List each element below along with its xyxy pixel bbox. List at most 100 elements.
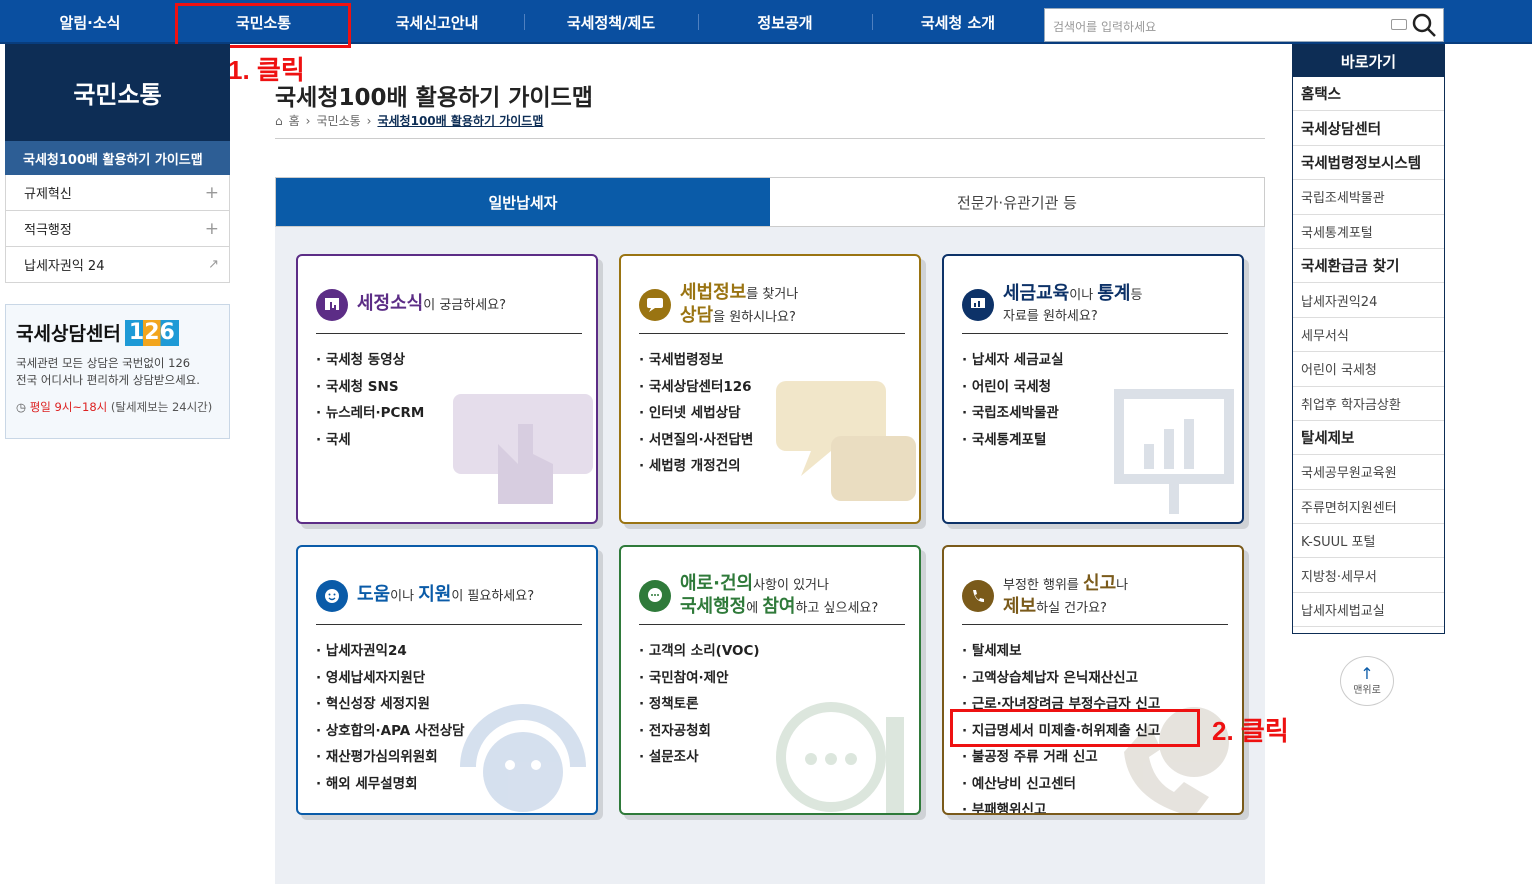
card-heading-rest: 나 [1116,577,1129,593]
tab-general-taxpayer[interactable]: 일반납세자 [276,178,770,226]
keyboard-icon[interactable] [1391,19,1407,30]
list-item[interactable]: 예산낭비 신고센터 [962,772,1160,799]
clock-icon: ◷ [16,400,27,414]
card-heading: 세정소식 [357,293,424,314]
list-item[interactable]: 영세납세자지원단 [316,666,465,693]
card-heading-bold: 통계 [1097,282,1131,304]
nav-communication[interactable]: 국민소통 [177,0,350,44]
top-navigation: 알림·소식 국민소통 국세신고안내 국세정책/제도 정보공개 국세청 소개 검색… [0,0,1532,44]
card-list: 납세자 세금교실 어린이 국세청 국립조세박물관 국세통계포털 [962,348,1064,455]
card-heading-rest: 이 필요하세요? [451,589,535,604]
list-item[interactable]: 국세청 SNS [316,375,424,402]
touch-icon [316,288,348,321]
nav-about[interactable]: 국세청 소개 [872,0,1044,44]
list-item[interactable]: 국세법령정보 [639,348,753,375]
list-item-report-statement[interactable]: 지급명세서 미제출·허위제출 신고 [962,719,1160,746]
page-title: 국세청100배 활용하기 가이드맵 [275,85,593,111]
quick-link-item[interactable]: 취업후 학자금상환 [1293,387,1444,421]
card-participation: 애로·건의사항이 있거나국세행정에 참여하고 싶으세요? 고객의 소리(VOC)… [619,545,921,815]
quick-link-item[interactable]: 국세통계포털 [1293,215,1444,249]
quick-link-item[interactable]: 납세자권익24 [1293,283,1444,318]
breadcrumb-current[interactable]: 국세청100배 활용하기 가이드맵 [377,112,543,129]
list-item[interactable]: 서면질의·사전답변 [639,428,754,455]
list-item[interactable]: 정책토론 [639,692,760,719]
card-list: 탈세제보 고액상습체납자 은닉재산신고 근로·자녀장려금 부정수급자 신고 지급… [962,639,1160,813]
nav-disclosure[interactable]: 정보공개 [698,0,872,44]
quick-link-item[interactable]: 주류면허지원센터 [1293,490,1444,525]
sidebar-title: 국민소통 [5,44,230,141]
list-item[interactable]: 혁신성장 세정지원 [316,692,465,719]
list-item[interactable]: 어린이 국세청 [962,375,1063,402]
quick-link-item[interactable]: 국세법령정보시스템 [1293,146,1444,181]
list-item[interactable]: 불공정 주류 거래 신고 [962,745,1160,772]
card-heading-2: 제보 [1003,595,1037,617]
back-to-top-button[interactable]: ↑ 맨위로 [1340,656,1394,706]
card-heading-rest: 에 [746,600,763,616]
quick-link-item[interactable]: 지방청·세무서 [1293,558,1444,593]
card-heading-rest: 이 궁금하세요? [423,298,507,313]
quick-links: 바로가기 홈택스 국세상담센터 국세법령정보시스템 국립조세박물관 국세통계포털 국세환급… [1292,44,1445,634]
chart-board-icon [1114,389,1234,514]
list-item[interactable]: 국립조세박물관 [962,401,1063,428]
list-item[interactable]: 납세자 세금교실 [962,348,1064,375]
list-item[interactable]: 근로·자녀장려금 부정수급자 신고 [962,692,1160,719]
nav-notice[interactable]: 알림·소식 [5,0,175,44]
card-heading: 신고 [1083,572,1117,594]
list-item[interactable]: 뉴스레터·PCRM [316,401,424,428]
quick-link-item[interactable]: 세무서식 [1293,318,1444,353]
call-center-box: 국세상담센터 126 국세관련 모든 상담은 국번없이 126 전국 어디서나 편리… [5,304,230,439]
chat-icon [639,579,671,612]
card-heading-rest: 하실 건가요? [1036,600,1107,616]
breadcrumb-home[interactable]: 홈 [289,112,300,129]
sidebar-item-regulation[interactable]: 규제혁신 + [5,175,230,211]
annotation-step2: 2. 클릭 [1212,716,1289,746]
home-icon[interactable]: ⌂ [275,114,283,128]
presentation-icon [962,288,994,321]
list-item[interactable]: 재산평가심의위원회 [316,745,465,772]
quick-link-item[interactable]: K-SUUL 포털 [1293,524,1444,559]
list-item[interactable]: 국세 [316,428,424,455]
quick-link-item[interactable]: 탈세제보 [1293,421,1444,456]
search-box[interactable]: 검색어를 입력하세요 [1044,8,1444,42]
list-item[interactable]: 해외 세무설명회 [316,772,465,799]
card-heading: 세법정보 [680,281,747,303]
tab-professional[interactable]: 전문가·유관기관 등 [770,178,1264,226]
consult-icon [639,288,671,321]
list-item[interactable]: 전자공청회 [639,719,760,746]
list-item[interactable]: 납세자권익24 [316,639,465,666]
quick-link-item[interactable]: 국립조세박물관 [1293,180,1444,215]
sidebar-item-rights24[interactable]: 납세자권익 24 ↗ [5,247,230,283]
card-list: 고객의 소리(VOC) 국민참여·제안 정책토론 전자공청회 설문조사 [639,639,760,772]
list-item[interactable]: 고액상습체납자 은닉재산신고 [962,666,1160,693]
list-item[interactable]: 고객의 소리(VOC) [639,639,760,666]
nav-policy[interactable]: 국세정책/제도 [524,0,698,44]
quick-link-item[interactable]: 납세자세법교실 [1293,593,1444,628]
breadcrumb-communication[interactable]: 국민소통 [316,112,360,129]
list-item[interactable]: 국세상담센터126 [639,375,753,402]
quick-link-item[interactable]: 어린이 국세청 [1293,352,1444,387]
sidebar-item-active-admin[interactable]: 적극행정 + [5,211,230,247]
search-input[interactable]: 검색어를 입력하세요 [1053,18,1156,35]
list-item[interactable]: 세법령 개정건의 [639,454,753,481]
list-item[interactable]: 국세통계포털 [962,428,1063,455]
list-item[interactable]: 상호합의·APA 사전상담 [316,719,465,746]
card-report: 부정한 행위를 신고나제보하실 건가요? 탈세제보 고액상습체납자 은닉재산신고… [942,545,1244,815]
list-item[interactable]: 국민참여·제안 [639,666,760,693]
list-item[interactable]: 설문조사 [639,745,760,772]
list-item[interactable]: 부패행위신고 [962,798,1160,813]
list-item[interactable]: 탈세제보 [962,639,1160,666]
list-item[interactable]: 국세청 동영상 [316,348,424,375]
sidebar-item-label: 규제혁신 [24,187,72,202]
list-item[interactable]: 인터넷 세법상담 [639,401,753,428]
sidebar-item-guidemap[interactable]: 국세청100배 활용하기 가이드맵 [5,141,230,175]
quick-link-item[interactable]: 국세공무원교육원 [1293,455,1444,490]
card-heading-rest: 하고 싶으세요? [795,600,879,616]
plus-icon: + [204,219,219,239]
card-support: 도움이나 지원이 필요하세요? 납세자권익24 영세납세자지원단 혁신성장 세정… [296,545,598,815]
nav-filing-guide[interactable]: 국세신고안내 [350,0,524,44]
quick-link-item[interactable]: 국세상담센터 [1293,111,1444,146]
search-icon[interactable] [1411,12,1437,38]
quick-link-item[interactable]: 홈택스 [1293,77,1444,112]
quick-link-item[interactable]: 국세환급금 찾기 [1293,249,1444,284]
call-center-desc: 전국 어디서나 편리하게 상담받으세요. [16,373,200,387]
